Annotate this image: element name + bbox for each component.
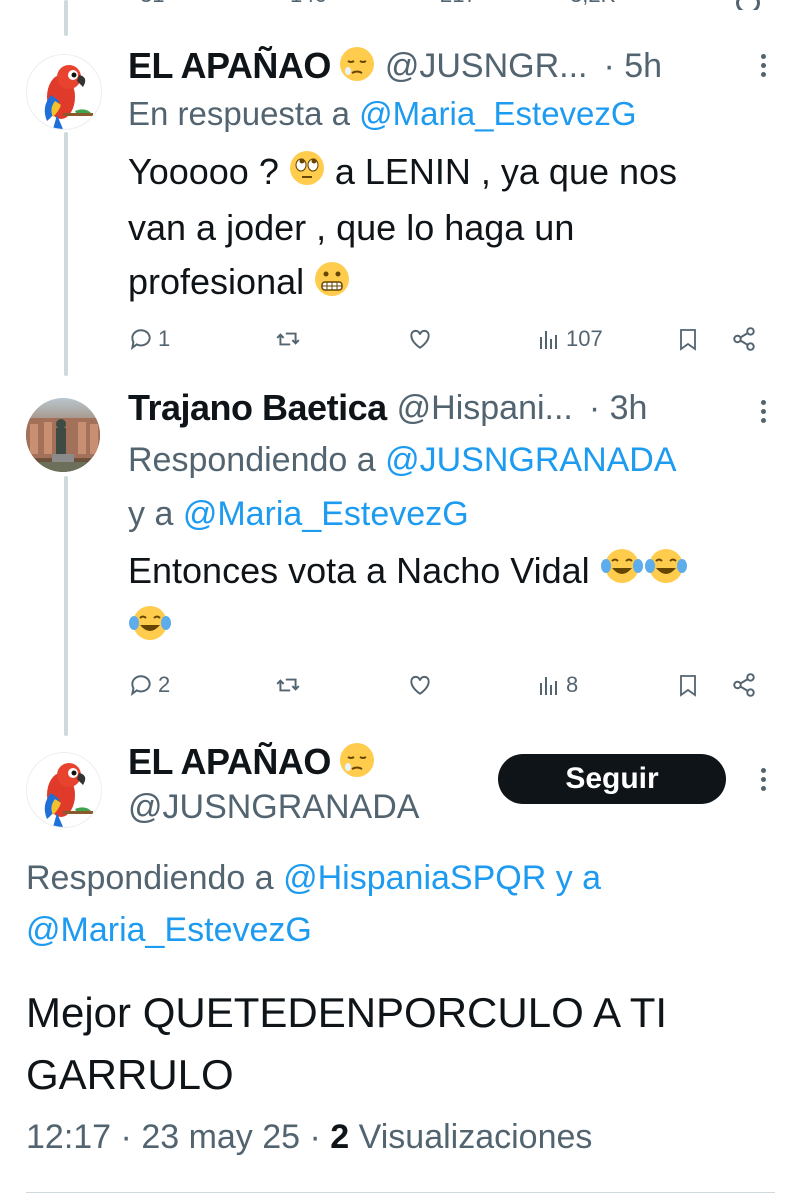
- tears-of-joy-icon: [128, 603, 172, 658]
- share-icon: [733, 327, 755, 351]
- share-icon: [733, 673, 755, 697]
- more-options-icon[interactable]: [761, 764, 769, 795]
- like-button[interactable]: [406, 672, 434, 698]
- avatar-parrot[interactable]: [26, 54, 102, 130]
- mention-link[interactable]: @JUSNGRANADA: [385, 441, 676, 479]
- tweet-2-actions: 2 8: [128, 666, 768, 706]
- tweet-1-header: EL APAÑAO @JUSNGR... · 5h: [128, 44, 768, 88]
- separator: ·: [300, 1118, 331, 1156]
- author-handle[interactable]: @Hispani...: [397, 389, 573, 428]
- views-count: 2: [330, 1118, 350, 1156]
- text-line-3: profesional: [128, 261, 315, 303]
- reply-icon: [130, 329, 151, 350]
- text-line-2: van a joder , que lo haga un: [128, 207, 575, 249]
- tweet-2-header: Trajano Baetica @Hispani... · 3h: [128, 386, 768, 430]
- views-button[interactable]: 107: [538, 326, 603, 352]
- like-button[interactable]: [406, 326, 434, 352]
- reply-prefix: En respuesta a: [128, 95, 360, 132]
- main-text-line-2: GARRULO: [26, 1051, 234, 1098]
- main-reply-context: Respondiendo a @HispaniaSPQR y a @Maria_…: [26, 852, 766, 956]
- tweet-text: Yooooo ? a LENIN , ya que nos van a jode…: [128, 145, 768, 312]
- follow-button[interactable]: Seguir: [498, 754, 726, 804]
- bookmark-button[interactable]: [676, 326, 700, 352]
- views-label: Visualizaciones: [349, 1118, 593, 1156]
- prev-replies[interactable]: 31: [140, 0, 164, 8]
- prev-likes[interactable]: 217: [440, 0, 477, 8]
- reply-prefix: Respondiendo a: [128, 441, 386, 479]
- main-author-row: EL APAÑAO: [128, 740, 375, 784]
- prev-share-icon[interactable]: [736, 0, 760, 10]
- views-count: 8: [566, 672, 579, 697]
- views-icon: [540, 677, 557, 695]
- author-name[interactable]: Trajano Baetica: [128, 387, 387, 429]
- statue-icon: [26, 418, 100, 472]
- reply-context: En respuesta a @Maria_EstevezG: [128, 88, 637, 140]
- tweet-date[interactable]: 23 may 25: [141, 1118, 300, 1156]
- text-line-1a: Yooooo ?: [128, 151, 289, 192]
- reply-prefix: Respondiendo a: [26, 859, 284, 897]
- tears-of-joy-icon: [644, 546, 688, 601]
- reply-and: y a: [128, 495, 183, 533]
- thread-line-2: [64, 476, 68, 736]
- text-line-1: Entonces vota a Nacho Vidal: [128, 550, 600, 591]
- sleepy-face-icon: [339, 742, 375, 783]
- reply-count: 2: [158, 672, 171, 697]
- retweet-icon: [276, 678, 300, 692]
- heart-icon: [410, 329, 430, 349]
- tweet-1-actions: 1 107: [128, 320, 768, 360]
- reply-and: y a: [546, 859, 602, 897]
- avatar-parrot[interactable]: [26, 752, 102, 828]
- tweet-meta: 12:17 · 23 may 25 · 2 Visualizaciones: [26, 1118, 592, 1157]
- tweet-time[interactable]: 12:17: [26, 1118, 111, 1156]
- rolling-eyes-icon: [289, 147, 325, 201]
- tears-of-joy-icon: [600, 546, 644, 601]
- mention-link-2[interactable]: @Maria_EstevezG: [183, 495, 469, 533]
- prev-views[interactable]: 3,2K: [570, 0, 615, 8]
- main-author-name[interactable]: EL APAÑAO: [128, 741, 331, 783]
- mention-link-2[interactable]: @Maria_EstevezG: [26, 911, 312, 949]
- more-options-icon[interactable]: [761, 396, 769, 427]
- share-button[interactable]: [730, 672, 758, 698]
- reply-count: 1: [158, 326, 171, 351]
- parrot-icon: [44, 763, 93, 827]
- reply-icon: [130, 675, 151, 696]
- mention-link-1[interactable]: @HispaniaSPQR: [283, 859, 546, 897]
- bookmark-icon: [680, 675, 696, 697]
- reply-context-line1: Respondiendo a @JUSNGRANADA: [128, 434, 677, 486]
- share-button[interactable]: [730, 326, 758, 352]
- reply-context-line2: y a @Maria_EstevezG: [128, 488, 469, 540]
- separator: ·: [111, 1118, 142, 1156]
- tweet-time[interactable]: · 3h: [589, 389, 648, 428]
- divider: [26, 1192, 775, 1193]
- grimacing-face-icon: [314, 258, 350, 312]
- avatar-statue[interactable]: [26, 398, 100, 472]
- thread-line-1: [64, 132, 68, 376]
- parrot-icon: [44, 65, 93, 129]
- views-button[interactable]: 8: [538, 672, 578, 698]
- tweet-text: Entonces vota a Nacho Vidal: [128, 544, 768, 658]
- author-name[interactable]: EL APAÑAO: [128, 45, 331, 87]
- author-handle[interactable]: @JUSNGR...: [385, 47, 588, 86]
- more-options-icon[interactable]: [761, 50, 769, 81]
- retweet-icon: [276, 332, 300, 346]
- tweet-time[interactable]: · 5h: [604, 47, 663, 86]
- thread-line-top: [64, 0, 68, 36]
- views-icon: [540, 331, 557, 349]
- heart-icon: [410, 675, 430, 695]
- reply-button[interactable]: 2: [128, 672, 170, 698]
- main-author-handle[interactable]: @JUSNGRANADA: [128, 788, 419, 827]
- sleepy-face-icon: [339, 46, 375, 87]
- bookmark-icon: [680, 329, 696, 351]
- mention-link[interactable]: @Maria_EstevezG: [359, 95, 636, 132]
- prev-retweets[interactable]: 146: [290, 0, 327, 8]
- bookmark-button[interactable]: [676, 672, 700, 698]
- views-count: 107: [566, 326, 603, 351]
- previous-tweet-actions: 31 146 217 3,2K: [0, 0, 801, 10]
- retweet-button[interactable]: [274, 326, 302, 352]
- main-tweet-text: Mejor QUETEDENPORCULO A TI GARRULO: [26, 982, 786, 1106]
- retweet-button[interactable]: [274, 672, 302, 698]
- reply-button[interactable]: 1: [128, 326, 170, 352]
- main-text-line-1: Mejor QUETEDENPORCULO A TI: [26, 989, 668, 1036]
- text-line-1b: a LENIN , ya que nos: [324, 151, 678, 192]
